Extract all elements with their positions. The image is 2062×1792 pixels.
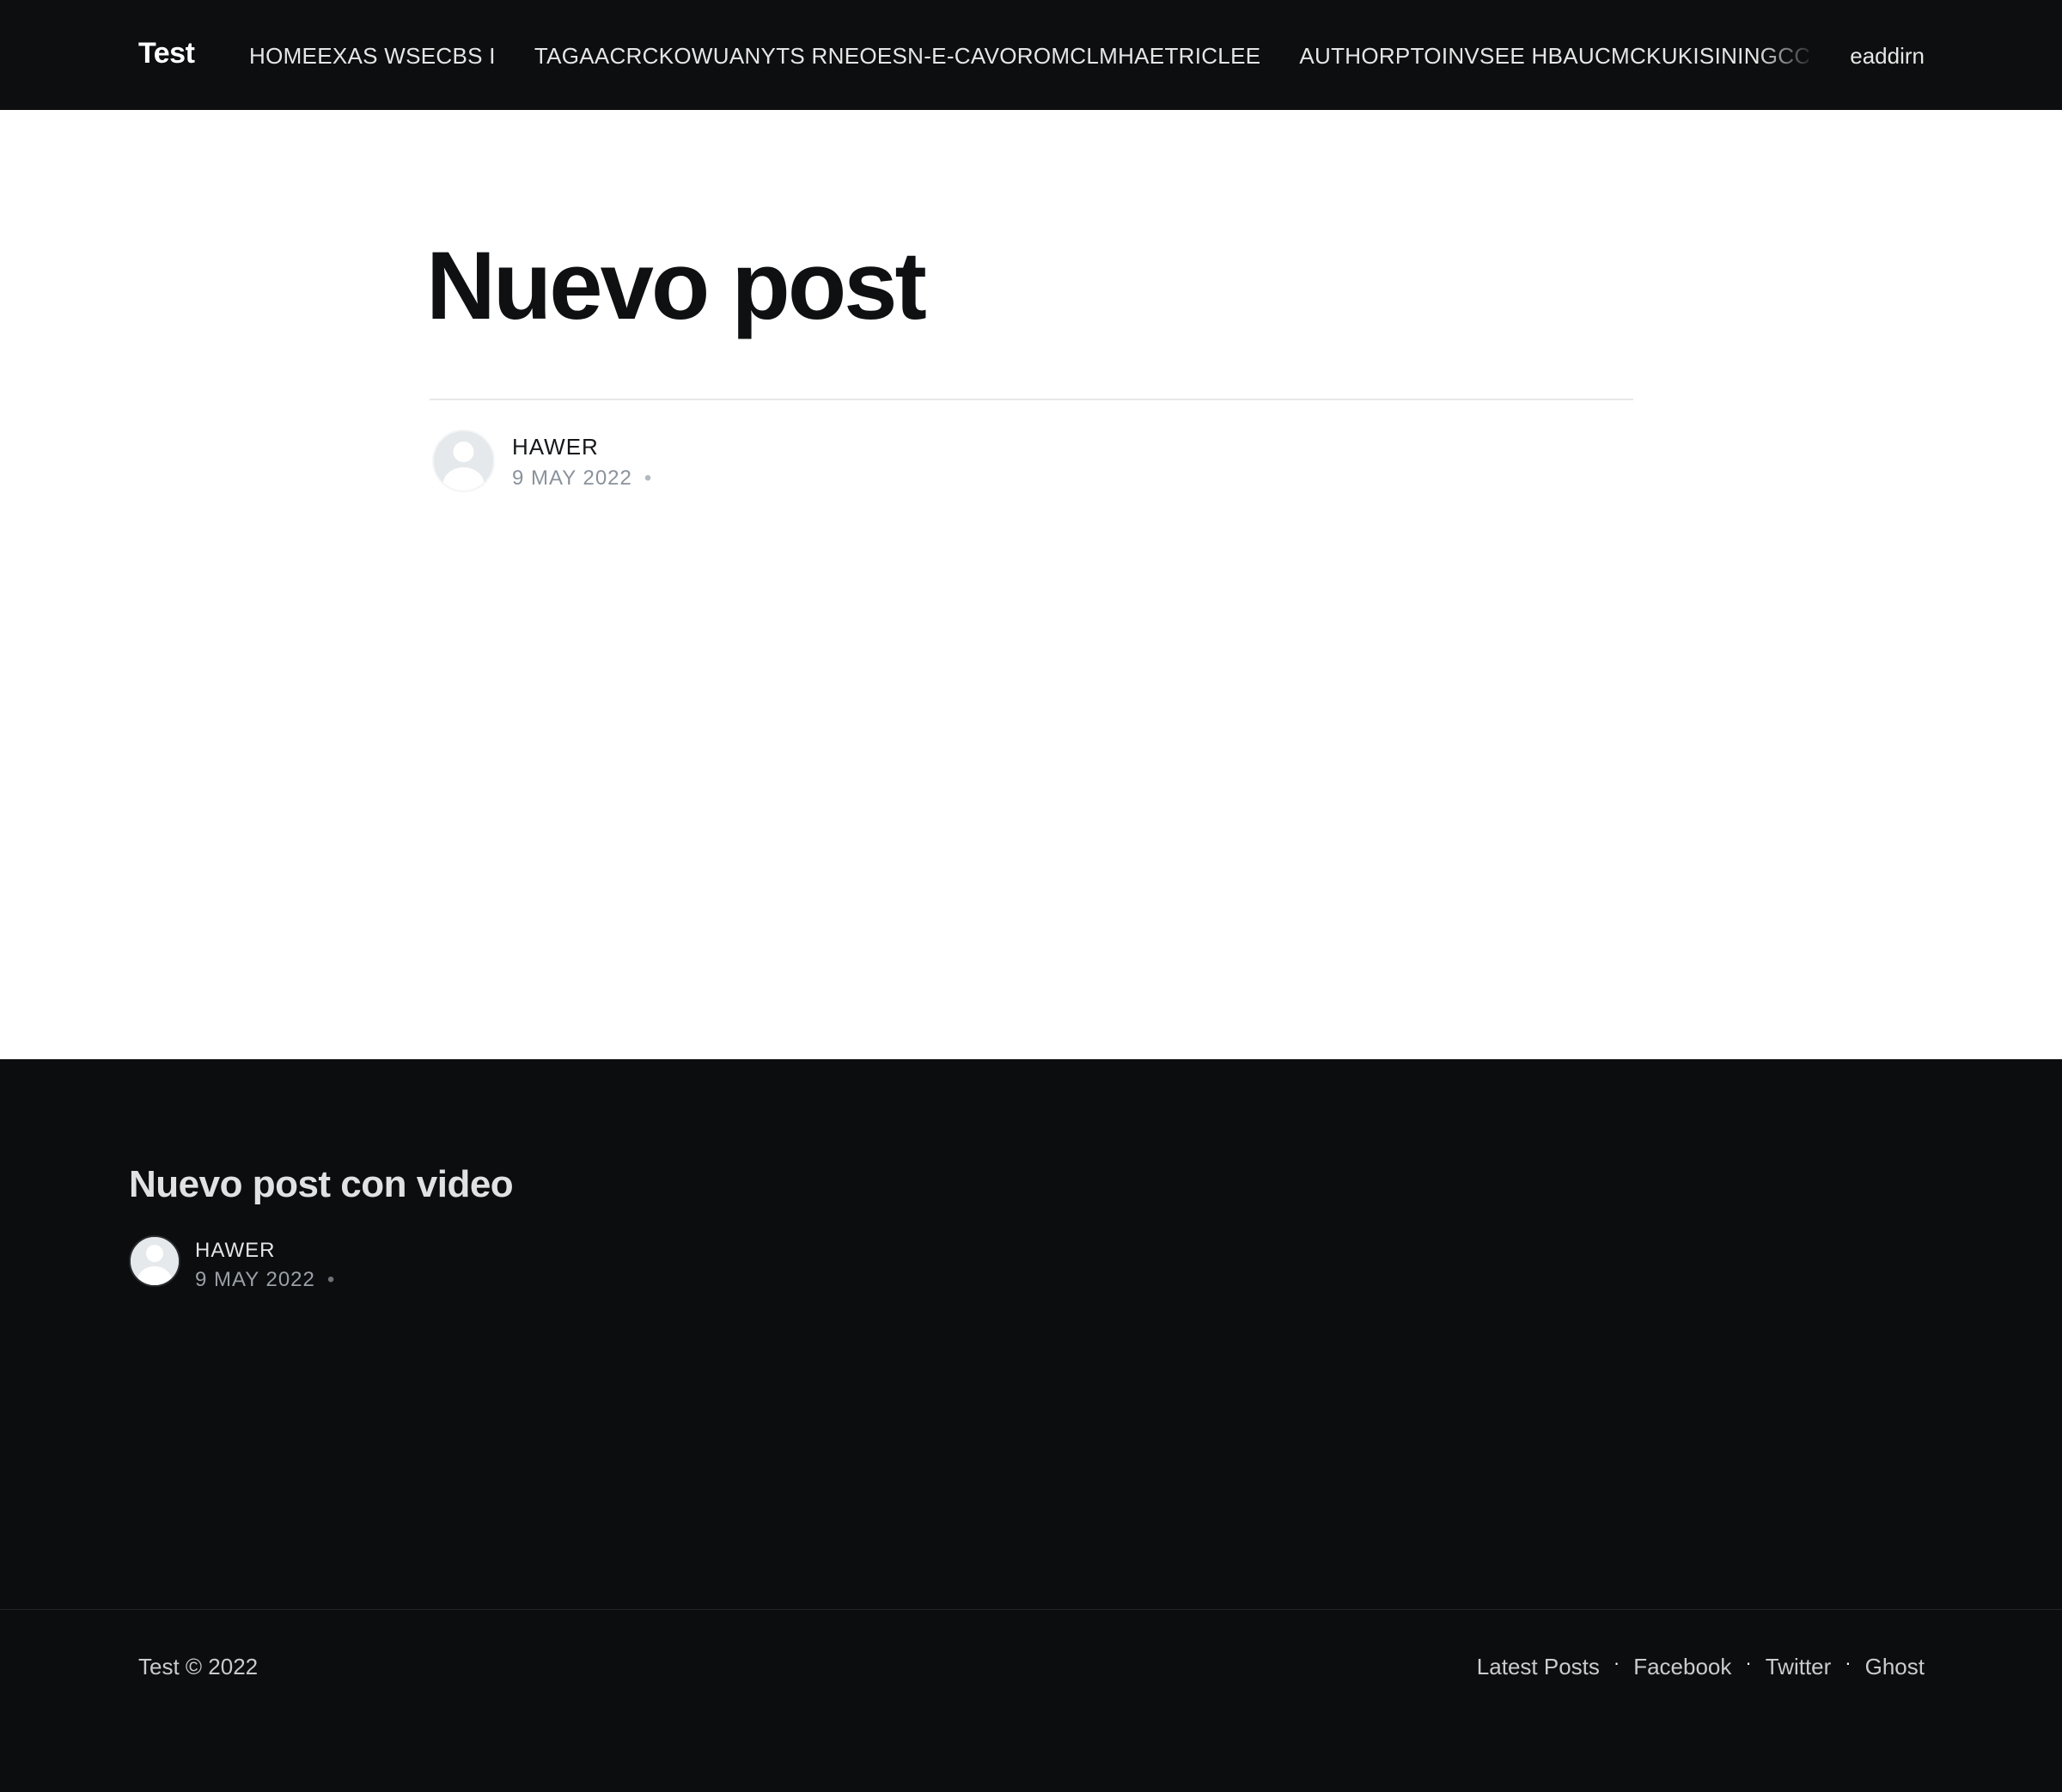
footer-link-ghost[interactable]: Ghost xyxy=(1865,1651,1925,1682)
footer-separator: · xyxy=(1745,1652,1752,1673)
footer-link-twitter[interactable]: Twitter xyxy=(1766,1651,1832,1682)
post-meta: 9 MAY 2022 • xyxy=(512,466,652,491)
nav-item-3[interactable]: AUTHORPTOINVSEE HBAUCMCKUKISININGCC xyxy=(1299,40,1809,71)
footer-link-facebook[interactable]: Facebook xyxy=(1633,1651,1731,1682)
author-avatar[interactable] xyxy=(432,430,495,492)
footer-copyright: Test © 2022 xyxy=(138,1654,259,1679)
nav-item-2[interactable]: TAGAACRCKOWUANYTS RNEOESN-E-CAVOROMCLMHA… xyxy=(534,40,1261,71)
related-author-name[interactable]: HAWER xyxy=(195,1238,275,1264)
related-post-title[interactable]: Nuevo post con video xyxy=(129,1161,514,1208)
user-avatar-icon xyxy=(131,1237,179,1285)
related-post-date: 9 MAY 2022 xyxy=(195,1268,315,1291)
site-logo[interactable]: Test xyxy=(138,35,195,71)
related-author-avatar[interactable] xyxy=(129,1235,180,1287)
site-header: Test HOMEEXAS WSECBS I TAGAACRCKOWUANYTS … xyxy=(0,0,2062,110)
nav-fade-overlay xyxy=(1757,38,1817,72)
search-link[interactable]: eaddirn xyxy=(1850,40,1925,71)
main-nav: HOMEEXAS WSECBS I TAGAACRCKOWUANYTS RNEOE… xyxy=(249,40,1809,71)
related-posts-section: Nuevo post con video HAWER 9 MAY 2022 • xyxy=(0,1059,2062,1609)
post-divider xyxy=(430,399,1633,400)
author-name[interactable]: HAWER xyxy=(512,433,599,460)
site-footer: Test © 2022 Latest Posts · Facebook · Twitte… xyxy=(0,1609,2062,1792)
post-title: Nuevo post xyxy=(426,232,927,339)
footer-separator: · xyxy=(1845,1652,1852,1673)
footer-separator: · xyxy=(1613,1652,1620,1673)
post-date: 9 MAY 2022 xyxy=(512,466,632,490)
footer-link-latest-posts[interactable]: Latest Posts xyxy=(1477,1651,1600,1682)
user-avatar-icon xyxy=(434,431,493,491)
meta-separator: • xyxy=(326,1268,336,1291)
nav-item-1[interactable]: HOMEEXAS WSECBS I xyxy=(249,40,496,71)
related-post-meta: 9 MAY 2022 • xyxy=(195,1267,335,1293)
footer-nav: Latest Posts · Facebook · Twitter · Ghost xyxy=(1477,1651,1925,1684)
meta-separator: • xyxy=(644,466,653,490)
